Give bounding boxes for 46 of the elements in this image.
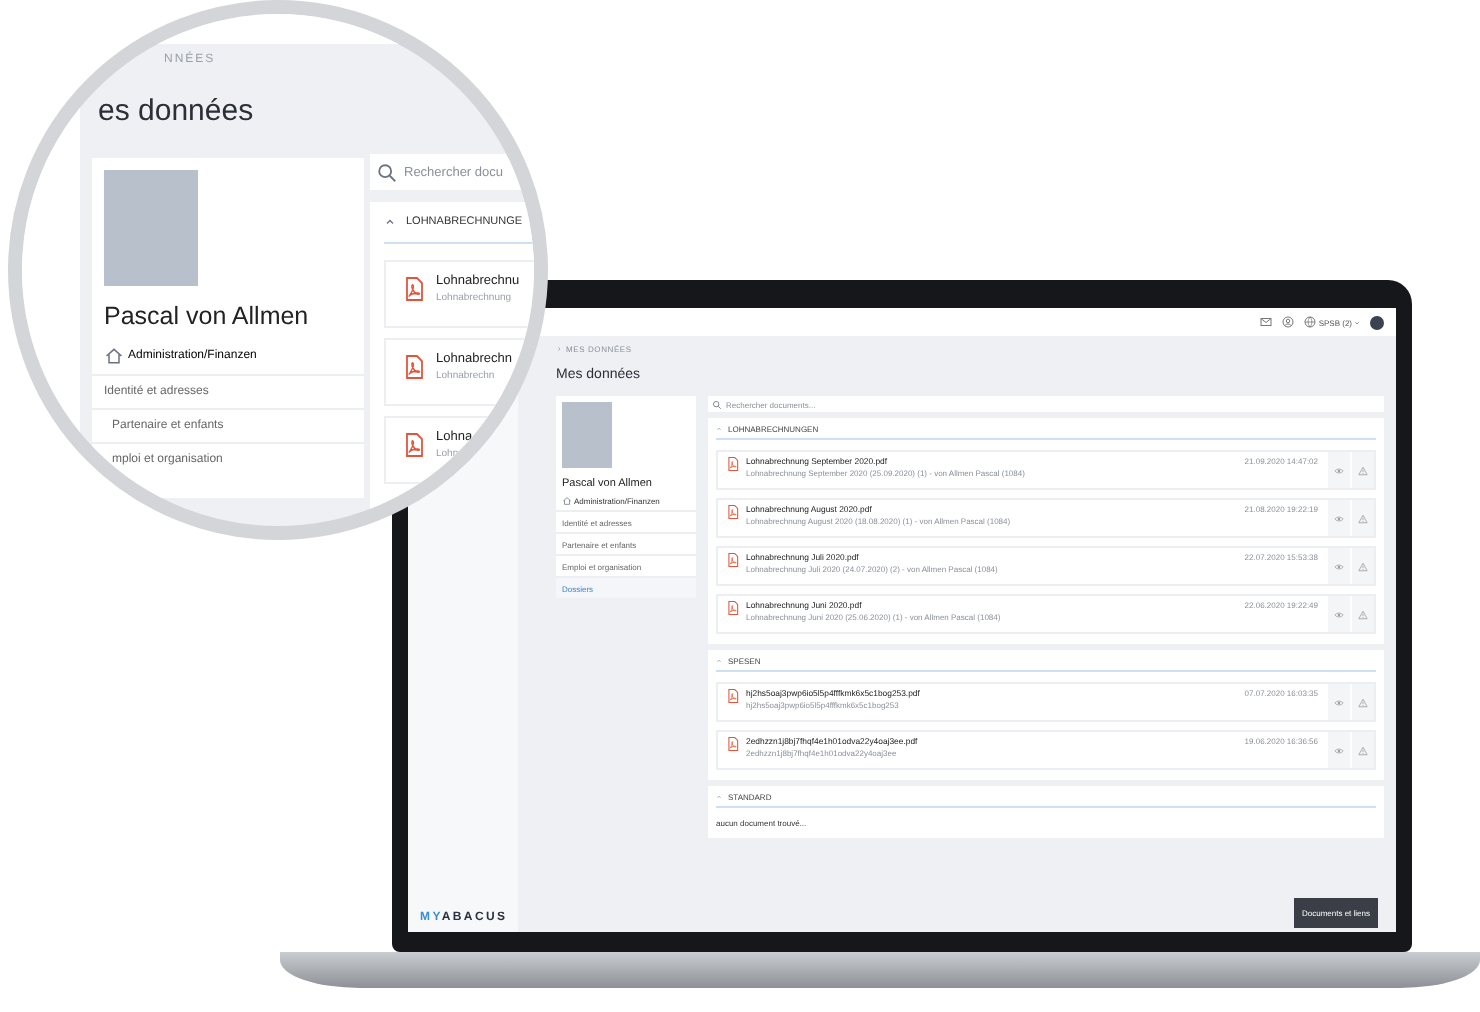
pdf-icon [726,688,740,704]
pdf-icon [726,504,740,520]
pdf-icon [726,552,740,568]
view-action[interactable] [1326,596,1350,632]
home-icon [104,346,124,366]
warning-action[interactable] [1350,500,1374,536]
search-icon [712,399,722,409]
warning-icon [1358,513,1368,523]
avatar[interactable] [1370,315,1384,329]
eye-icon [1334,609,1344,619]
photo-placeholder [562,402,612,468]
home-icon [562,496,572,506]
photo-placeholder [104,170,198,286]
view-action[interactable] [1326,684,1350,720]
eye-icon [1334,561,1344,571]
pdf-icon [726,456,740,472]
warning-icon [1358,561,1368,571]
pdf-icon [402,352,426,382]
eye-icon [1334,465,1344,475]
warning-icon [1358,745,1368,755]
warning-icon [1358,465,1368,475]
warning-action[interactable] [1350,684,1374,720]
warning-action[interactable] [1350,548,1374,584]
view-action[interactable] [1326,452,1350,488]
mail-icon [1260,316,1273,328]
warning-icon [1358,697,1368,707]
pdf-icon [402,430,426,460]
pdf-icon [726,736,740,752]
warning-action[interactable] [1350,596,1374,632]
warning-action[interactable] [1350,452,1374,488]
view-action[interactable] [1326,500,1350,536]
eye-icon [1334,697,1344,707]
view-action[interactable] [1326,548,1350,584]
eye-icon [1334,513,1344,523]
profile-name: Pascal von Allmen [104,302,311,330]
user-icon [1282,316,1295,328]
warning-action[interactable] [1350,732,1374,768]
globe-icon [1304,316,1317,328]
page-title: es données [98,94,254,128]
collapse-icon [384,216,396,228]
pdf-icon [402,274,426,304]
warning-icon [1358,609,1368,619]
pdf-icon [726,600,740,616]
search-icon [376,161,398,183]
view-action[interactable] [1326,732,1350,768]
eye-icon [1334,745,1344,755]
